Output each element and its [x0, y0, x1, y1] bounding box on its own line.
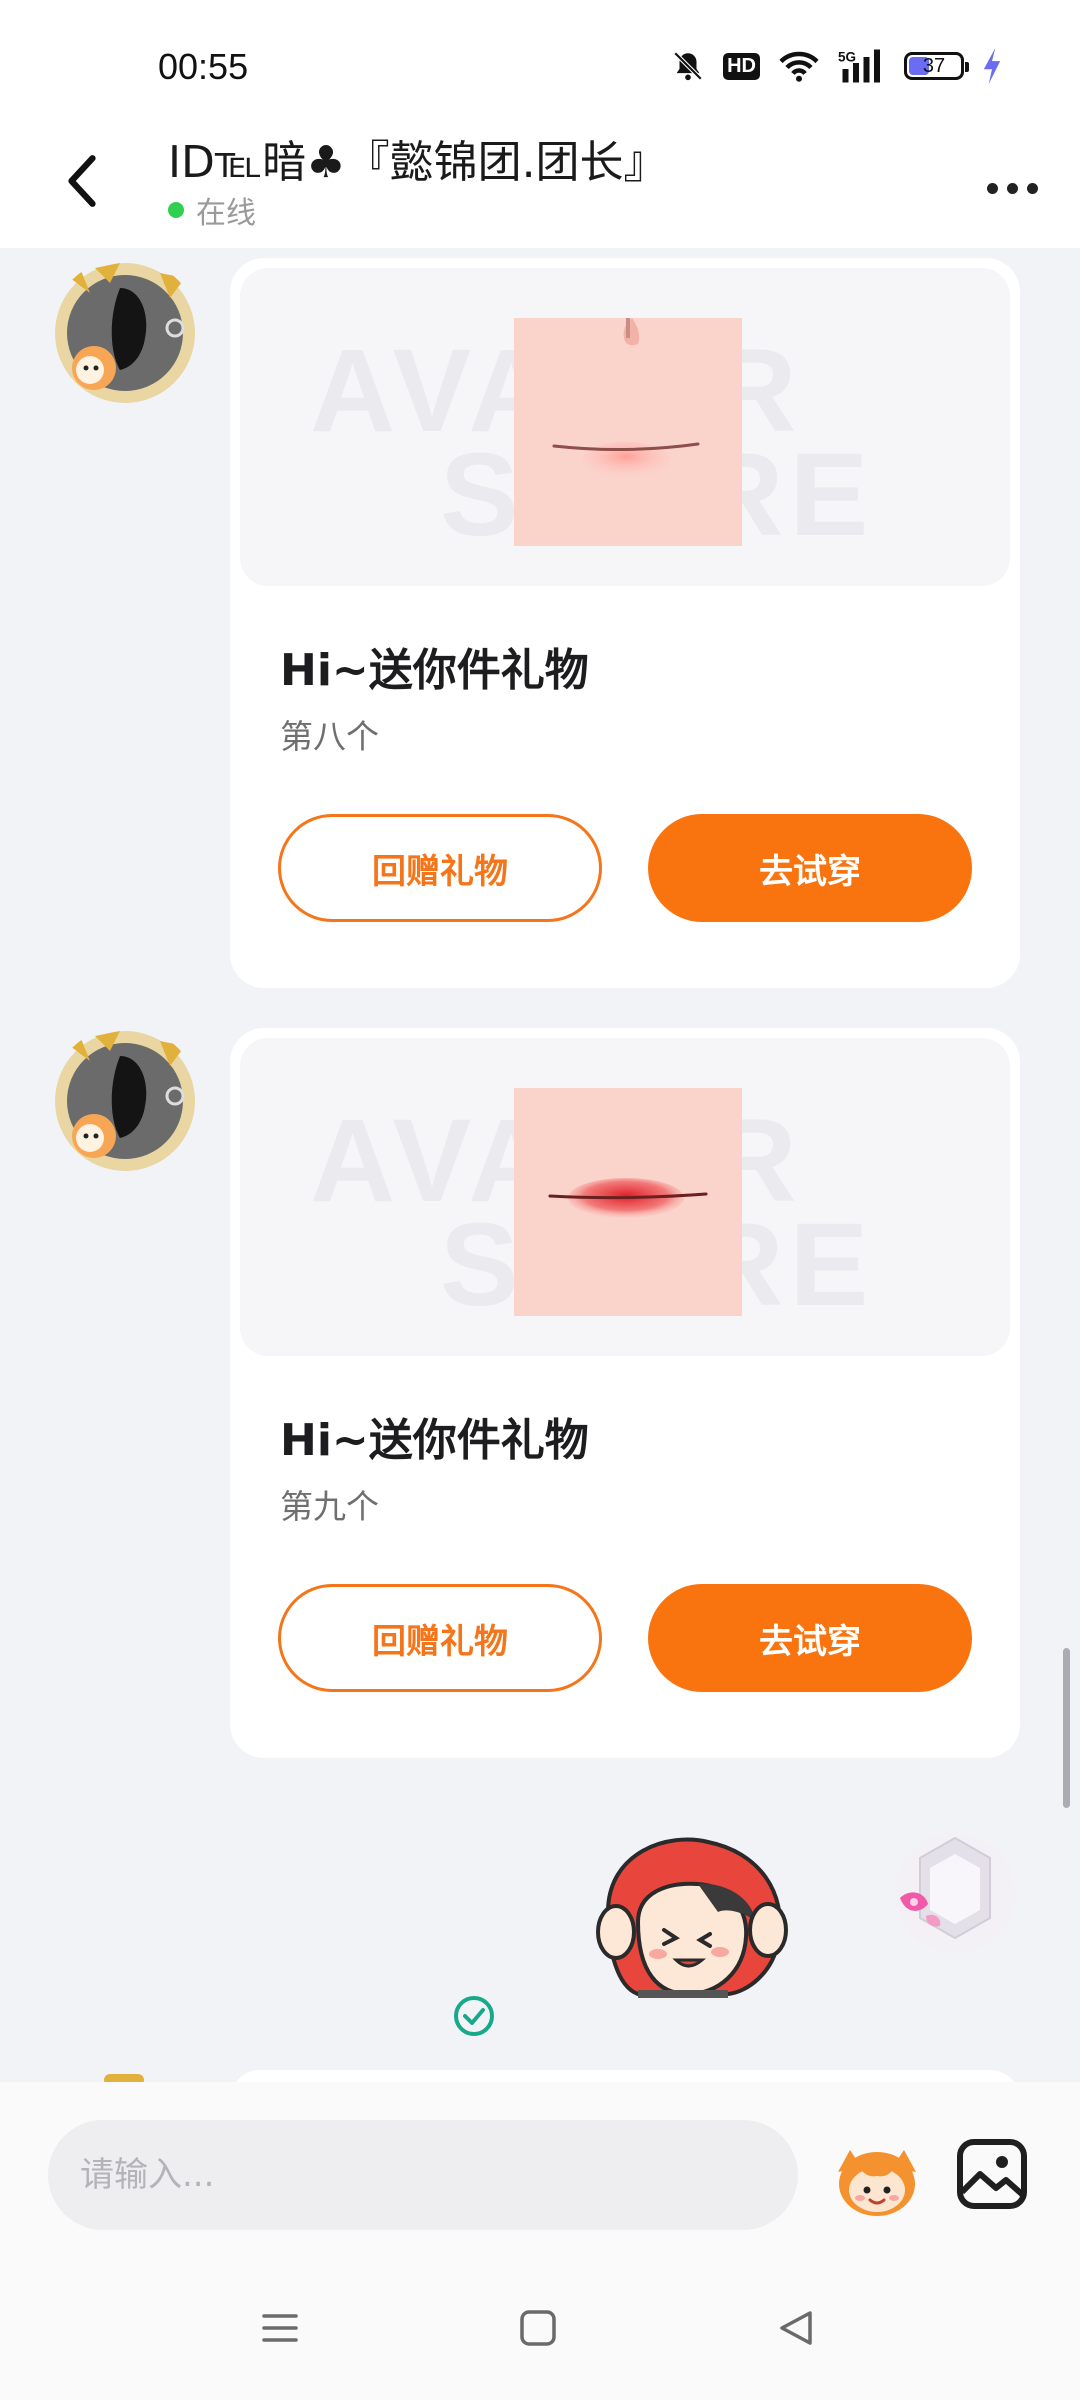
more-icon-dot [1006, 182, 1018, 194]
gift-subtitle: 第八个 [280, 717, 379, 756]
gift-title: Hi~送你件礼物 [280, 645, 589, 696]
sender-avatar[interactable] [50, 1026, 200, 1176]
emoji-sticker-icon[interactable] [830, 2132, 924, 2220]
avatar-image [55, 263, 195, 403]
battery-indicator: 37 [904, 52, 969, 80]
gift-message-card: AVATAR STORE Hi~送你件礼物 第八个 回赠礼物 去试穿 [230, 258, 1020, 988]
sticker-message[interactable] [578, 1822, 800, 2012]
status-time: 00:55 [158, 46, 249, 87]
chat-header: ID℡暗♣『懿锦团.团长』 在线 [0, 120, 1080, 248]
sender-avatar[interactable] [50, 258, 200, 408]
my-avatar[interactable] [880, 1818, 1030, 1968]
back-button[interactable] [52, 146, 112, 216]
chat-messages[interactable]: AVATAR STORE Hi~送你件礼物 第八个 回赠礼物 去试穿 [0, 248, 1080, 2082]
network-label: 5G [838, 50, 856, 65]
check-circle-icon [454, 1996, 494, 2036]
return-gift-button[interactable]: 回赠礼物 [278, 814, 602, 922]
gift-subtitle: 第九个 [280, 1487, 379, 1526]
sender-avatar-partial [104, 2074, 144, 2082]
status-icons: HD 5G 37 [671, 46, 1002, 86]
hd-icon: HD [723, 52, 760, 80]
online-dot-icon [168, 202, 184, 218]
lightning-icon [983, 48, 1001, 84]
more-icon [986, 182, 998, 194]
gift-title: Hi~送你件礼物 [280, 1415, 589, 1466]
message-input[interactable] [48, 2120, 798, 2230]
chevron-left-icon [68, 155, 96, 207]
nav-home-button[interactable] [508, 2298, 568, 2358]
online-label: 在线 [196, 196, 256, 231]
triangle-back-icon [780, 2311, 812, 2345]
gift-lips-image [514, 1088, 742, 1316]
gift-preview[interactable]: AVATAR STORE [240, 1038, 1010, 1356]
wifi-icon [779, 51, 819, 82]
online-status: 在线 [168, 188, 256, 232]
gift-message-card-partial [230, 2070, 1020, 2082]
image-icon[interactable] [952, 2134, 1032, 2214]
nav-back-button[interactable] [766, 2298, 826, 2358]
gift-preview[interactable]: AVATAR STORE [240, 268, 1010, 586]
return-gift-button[interactable]: 回赠礼物 [278, 1584, 602, 1692]
bell-off-icon [673, 51, 703, 81]
nav-menu-button[interactable] [250, 2298, 310, 2358]
try-on-button[interactable]: 去试穿 [648, 814, 972, 922]
more-options-button[interactable] [980, 168, 1044, 208]
menu-icon [262, 2314, 298, 2342]
system-nav-bar [0, 2254, 1080, 2400]
more-icon-dot [1026, 182, 1038, 194]
status-bar: 00:55 HD 5G 37 [0, 0, 1080, 120]
chat-title: ID℡暗♣『懿锦团.团长』 [168, 137, 668, 188]
scrollbar[interactable] [1063, 1648, 1070, 1808]
gift-lips-image [514, 318, 742, 546]
battery-level: 37 [922, 54, 946, 77]
gift-message-card: AVATAR STORE Hi~送你件礼物 第九个 回赠礼物 去试穿 [230, 1028, 1020, 1758]
signal-icon: 5G [838, 49, 880, 83]
input-bar [0, 2082, 1080, 2254]
try-on-button[interactable]: 去试穿 [648, 1584, 972, 1692]
avatar-image [55, 1031, 195, 1171]
square-icon [520, 2310, 556, 2346]
